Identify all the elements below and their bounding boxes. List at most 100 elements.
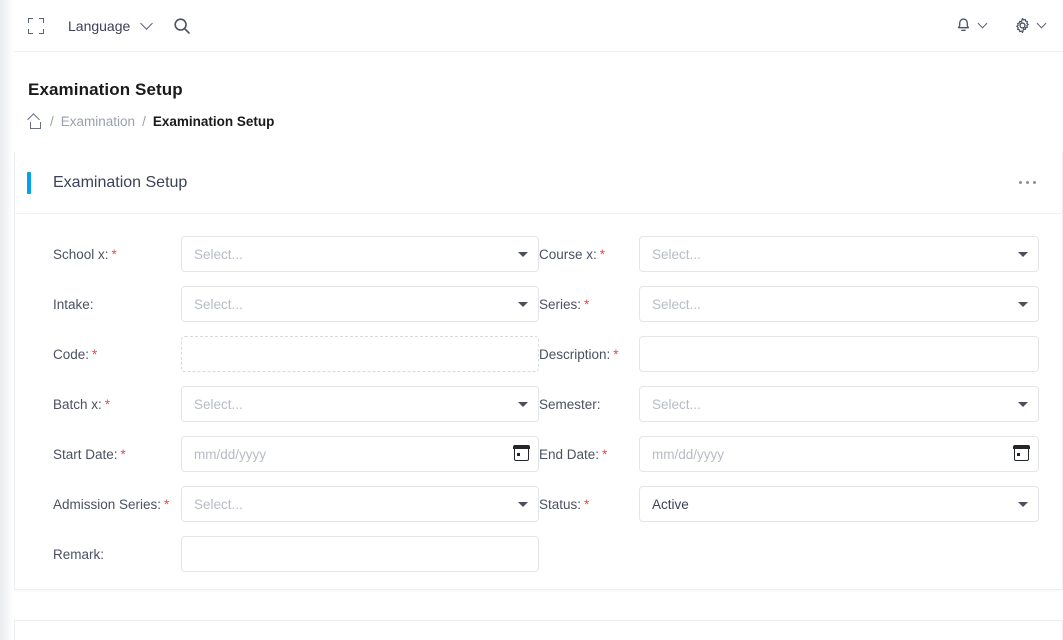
status-select[interactable] [639,486,1039,522]
field-code: Code: * [15,336,539,372]
field-label: Admission Series: * [53,496,170,512]
field-remark: Remark: [15,536,539,572]
card-header: Examination Setup [15,152,1062,214]
start-date-input[interactable] [181,436,539,472]
semester-select-input[interactable] [639,386,1039,422]
field-label: Semester: [539,396,601,412]
description-input[interactable] [639,336,1039,372]
card-accent-bar [27,171,31,194]
required-marker: * [602,446,608,462]
form-row: Intake: Series:* [15,286,1062,322]
field-label: Batch x: * [53,396,111,412]
breadcrumb-separator: / [142,114,146,129]
field-label: End Date: * [539,446,608,462]
field-label: Start Date: * [53,446,126,462]
remark-input-wrap [181,536,539,572]
end-date-input[interactable] [639,436,1039,472]
language-selector[interactable]: Language [68,17,154,34]
admission-series-select[interactable] [181,486,539,522]
language-label: Language [68,17,131,34]
field-end-date: End Date: * [539,436,1039,472]
field-label: Remark: [53,546,105,562]
gear-icon [1016,17,1029,34]
code-input[interactable] [181,336,539,372]
course-select[interactable] [639,236,1039,272]
description-input-wrap [639,336,1039,372]
field-label: Code: * [53,346,98,362]
sidebar-edge-shadow [0,0,14,640]
batch-select-input[interactable] [181,386,539,422]
chevron-down-icon [1036,18,1047,29]
field-label: Status: * [539,496,590,512]
page-header: Examination Setup / Examination / Examin… [14,52,1063,129]
required-marker: * [599,246,606,262]
field-label: Intake: [53,296,94,312]
field-course: Course x: * [539,236,1039,272]
examination-setup-form: School x:* Course x:* Intake: [15,214,1062,572]
chevron-down-icon [140,17,154,30]
next-card-header [15,621,1062,640]
bell-icon [957,18,970,31]
field-batch: Batch x: * [15,386,539,422]
form-row: School x:* Course x:* [15,236,1062,272]
end-date-wrap [639,436,1039,472]
top-bar: Language [14,0,1063,52]
admission-series-select-input[interactable] [181,486,539,522]
chevron-down-icon [977,18,988,29]
required-marker: * [111,246,117,262]
field-label: Course x: * [539,246,606,262]
notifications-button[interactable] [955,17,988,34]
breadcrumb-current: Examination Setup [152,114,275,129]
field-start-date: Start Date: * [15,436,539,472]
school-select-input[interactable] [181,236,539,272]
card-title: Examination Setup [53,173,188,191]
required-marker: * [120,446,126,462]
required-marker: * [164,496,170,512]
field-status: Status: * [539,486,1039,522]
field-label: School x: * [53,246,117,262]
examination-setup-card: Examination Setup School x:* Course x:* [14,152,1063,590]
form-row: Batch x:* Semester: [15,386,1062,422]
status-select-input[interactable] [639,486,1039,522]
required-marker: * [584,496,590,512]
code-input-wrap [181,336,539,372]
required-marker: * [104,396,111,412]
page-title: Examination Setup [28,80,183,99]
settings-button[interactable] [1014,17,1047,34]
fullscreen-expand-icon [28,17,44,34]
required-marker: * [613,346,619,362]
next-card [14,620,1063,640]
breadcrumb-item-examination[interactable]: Examination [61,114,135,129]
batch-select[interactable] [181,386,539,422]
field-school: School x: * [15,236,539,272]
form-row: Start Date:* End Date:* [15,436,1062,472]
remark-input[interactable] [181,536,539,572]
field-series: Series: * [539,286,1039,322]
form-row: Admission Series:* Status:* [15,486,1062,522]
required-marker: * [584,296,590,312]
intake-select[interactable] [181,286,539,322]
field-description: Description: * [539,336,1039,372]
series-select-input[interactable] [639,286,1039,322]
field-label: Description: * [539,346,619,362]
start-date-wrap [181,436,539,472]
breadcrumb: / Examination / Examination Setup [27,112,1063,129]
field-admission-series: Admission Series: * [15,486,539,522]
more-options-icon[interactable] [1011,173,1045,193]
field-label: Series: * [539,296,590,312]
school-select[interactable] [181,236,539,272]
form-row: Code: * Description: * [15,336,1062,372]
field-intake: Intake: [15,286,539,322]
series-select[interactable] [639,286,1039,322]
course-select-input[interactable] [639,236,1039,272]
form-row: Remark: [15,536,1062,572]
search-button[interactable] [173,17,191,35]
search-icon [174,17,191,34]
semester-select[interactable] [639,386,1039,422]
required-marker: * [92,346,98,362]
fullscreen-expand-button[interactable] [22,9,50,43]
field-semester: Semester: [539,386,1039,422]
home-icon[interactable] [27,112,43,129]
breadcrumb-separator: / [50,114,54,129]
intake-select-input[interactable] [181,286,539,322]
